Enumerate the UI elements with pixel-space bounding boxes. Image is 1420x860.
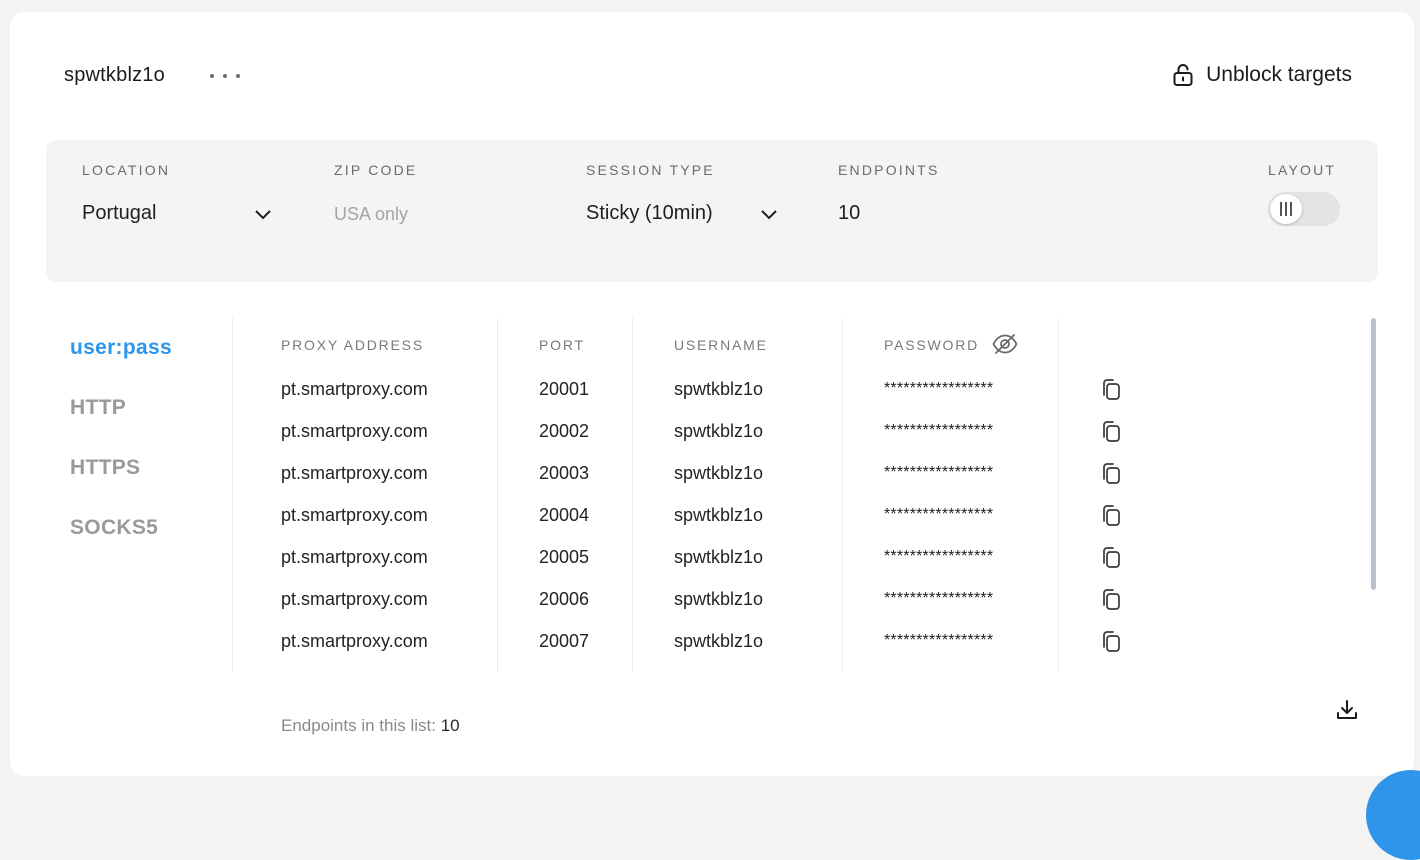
column-header-address: PROXY ADDRESS [281, 337, 424, 353]
copy-icon[interactable] [1100, 504, 1122, 528]
zip-value: USA only [334, 204, 409, 224]
endpoints-count-label: Endpoints in this list: [281, 716, 441, 735]
password-cell: ***************** [884, 590, 994, 607]
zip-label: ZIP CODE [334, 162, 418, 178]
unblock-targets-button[interactable]: Unblock targets [1172, 63, 1352, 87]
eye-off-icon[interactable] [992, 333, 1018, 355]
protocol-tab-socks5[interactable]: SOCKS5 [70, 514, 172, 574]
more-options-button[interactable] [210, 64, 240, 88]
download-icon[interactable] [1335, 698, 1359, 722]
port-cell: 20001 [539, 379, 590, 399]
unblock-targets-label: Unblock targets [1206, 63, 1352, 86]
proxy-address-cell: pt.smartproxy.com [281, 589, 428, 609]
username-cell: spwtkblz1o [674, 505, 764, 525]
divider [842, 318, 843, 690]
copy-icon[interactable] [1100, 462, 1122, 486]
port-cell: 20007 [539, 631, 590, 651]
endpoints-count-text: Endpoints in this list: 10 [281, 716, 460, 736]
password-cell: ***************** [884, 422, 994, 439]
chevron-down-icon [761, 209, 777, 219]
unlock-icon [1173, 64, 1193, 86]
proxy-address-cell: pt.smartproxy.com [281, 631, 428, 651]
username-cell: spwtkblz1o [674, 631, 764, 651]
dot [223, 74, 227, 78]
layout-filter: LAYOUT [1268, 162, 1348, 226]
endpoints-label: ENDPOINTS [838, 162, 940, 178]
divider [632, 318, 633, 690]
copy-icon[interactable] [1100, 378, 1122, 402]
session-label: SESSION TYPE [586, 162, 715, 178]
layout-label: LAYOUT [1268, 162, 1337, 178]
password-cell: ***************** [884, 380, 994, 397]
location-filter: LOCATION Portugal [82, 162, 272, 225]
dot [210, 74, 214, 78]
username-cell: spwtkblz1o [674, 589, 764, 609]
session-select[interactable]: Sticky (10min) [586, 202, 778, 225]
column-header-port: PORT [539, 337, 585, 353]
username-cell: spwtkblz1o [674, 463, 764, 483]
protocol-tab-https[interactable]: HTTPS [70, 454, 172, 514]
layout-toggle[interactable] [1268, 192, 1340, 226]
port-cell: 20003 [539, 463, 590, 483]
proxy-address-cell: pt.smartproxy.com [281, 421, 428, 441]
port-cell: 20005 [539, 547, 590, 567]
session-value: Sticky (10min) [586, 202, 713, 224]
dot [236, 74, 240, 78]
divider [1058, 318, 1059, 690]
table-fade [230, 672, 1190, 692]
column-header-username: USERNAME [674, 337, 768, 353]
proxy-address-cell: pt.smartproxy.com [281, 505, 428, 525]
port-cell: 20002 [539, 421, 590, 441]
session-filter: SESSION TYPE Sticky (10min) [586, 162, 778, 225]
chevron-down-icon [255, 209, 271, 219]
toggle-knob [1270, 194, 1302, 224]
proxy-address-cell: pt.smartproxy.com [281, 379, 428, 399]
filters-panel: LOCATION Portugal ZIP CODE USA only SESS… [46, 140, 1378, 282]
protocol-nav: user:pass HTTP HTTPS SOCKS5 [70, 334, 172, 574]
protocol-tab-http[interactable]: HTTP [70, 394, 172, 454]
location-value: Portugal [82, 202, 157, 224]
location-label: LOCATION [82, 162, 171, 178]
password-cell: ***************** [884, 506, 994, 523]
password-cell: ***************** [884, 548, 994, 565]
copy-icon[interactable] [1100, 630, 1122, 654]
port-cell: 20004 [539, 505, 590, 525]
proxy-address-cell: pt.smartproxy.com [281, 463, 428, 483]
zip-filter: ZIP CODE USA only [334, 162, 524, 225]
copy-icon[interactable] [1100, 546, 1122, 570]
column-header-password: PASSWORD [884, 337, 980, 353]
endpoints-input[interactable]: 10 [838, 202, 988, 225]
proxy-setup-card: spwtkblz1o Unblock targets LOCATION Port… [10, 12, 1414, 776]
zip-input[interactable]: USA only [334, 204, 524, 225]
username-cell: spwtkblz1o [674, 379, 764, 399]
location-select[interactable]: Portugal [82, 202, 272, 225]
password-cell: ***************** [884, 632, 994, 649]
username-cell: spwtkblz1o [674, 421, 764, 441]
endpoints-filter: ENDPOINTS 10 [838, 162, 988, 225]
password-cell: ***************** [884, 464, 994, 481]
protocol-tab-userpass[interactable]: user:pass [70, 334, 172, 394]
copy-icon[interactable] [1100, 588, 1122, 612]
username-cell: spwtkblz1o [674, 547, 764, 567]
copy-icon[interactable] [1100, 420, 1122, 444]
endpoints-value: 10 [838, 202, 861, 224]
support-chat-button[interactable] [1366, 770, 1420, 860]
proxy-address-cell: pt.smartproxy.com [281, 547, 428, 567]
page-title: spwtkblz1o [64, 64, 165, 86]
divider [232, 318, 233, 690]
endpoints-count-value: 10 [440, 716, 460, 735]
port-cell: 20006 [539, 589, 590, 609]
table-scrollbar[interactable] [1371, 318, 1376, 590]
divider [497, 318, 498, 690]
